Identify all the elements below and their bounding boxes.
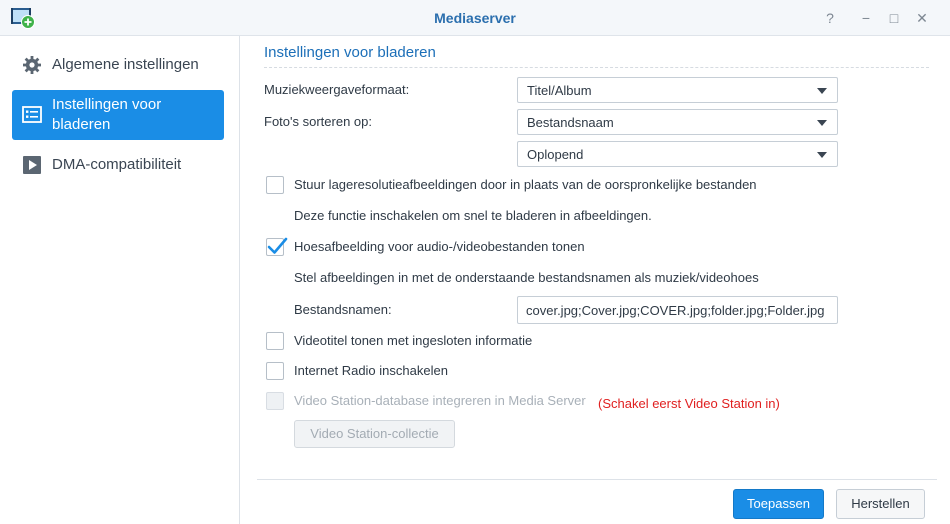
video-station-warning: (Schakel eerst Video Station in) (598, 396, 780, 411)
window-titlebar: Mediaserver ? − □ ✕ (0, 0, 950, 36)
music-format-label: Muziekweergaveformaat: (264, 82, 410, 97)
close-icon[interactable]: ✕ (912, 8, 932, 28)
reset-button[interactable]: Herstellen (836, 489, 925, 519)
checkmark-icon (267, 237, 288, 254)
video-station-checkbox[interactable] (266, 392, 284, 410)
help-icon[interactable]: ? (820, 8, 840, 28)
sidebar-item-browse-settings[interactable]: Instellingen voor bladeren (12, 90, 224, 140)
photo-sort-order-select[interactable]: Oplopend (517, 141, 838, 167)
section-divider (264, 67, 929, 68)
photo-sort-value: Bestandsnaam (527, 115, 614, 130)
chevron-down-icon (817, 120, 827, 126)
video-title-label: Videotitel tonen met ingesloten informat… (294, 333, 533, 348)
play-icon (23, 156, 41, 174)
chevron-down-icon (817, 88, 827, 94)
low-res-note: Deze functie inschakelen om snel te blad… (294, 208, 652, 223)
sidebar-item-label: Algemene instellingen (52, 56, 199, 73)
chevron-down-icon (817, 152, 827, 158)
filenames-input[interactable] (517, 296, 838, 324)
section-title: Instellingen voor bladeren (264, 44, 436, 61)
video-station-label: Video Station-database integreren in Med… (294, 393, 586, 408)
cover-art-checkbox[interactable] (266, 237, 288, 256)
music-format-value: Titel/Album (527, 83, 592, 98)
minimize-icon[interactable]: − (856, 8, 876, 28)
cover-art-label: Hoesafbeelding voor audio-/videobestande… (294, 239, 585, 254)
sidebar-item-dma-compatibility[interactable]: DMA-compatibiliteit (12, 140, 224, 190)
low-res-label: Stuur lageresolutieafbeeldingen door in … (294, 177, 757, 192)
sidebar-item-label: Instellingen voor bladeren (52, 96, 162, 133)
photo-sort-order-value: Oplopend (527, 147, 584, 162)
sidebar-item-general-settings[interactable]: Algemene instellingen (12, 40, 224, 90)
sidebar-item-label: DMA-compatibiliteit (52, 156, 182, 173)
internet-radio-label: Internet Radio inschakelen (294, 363, 448, 378)
gear-icon (23, 56, 41, 74)
window-title: Mediaserver (434, 10, 516, 26)
settings-panel: Instellingen voor bladeren Muziekweergav… (257, 36, 937, 524)
video-title-checkbox[interactable] (266, 332, 284, 350)
photo-sort-select[interactable]: Bestandsnaam (517, 109, 838, 135)
low-res-checkbox[interactable] (266, 176, 284, 194)
video-station-collection-button[interactable]: Video Station-collectie (294, 420, 455, 448)
apply-button[interactable]: Toepassen (733, 489, 824, 519)
photo-sort-label: Foto's sorteren op: (264, 114, 372, 129)
browse-list-icon (22, 106, 42, 123)
filenames-label: Bestandsnamen: (294, 302, 392, 317)
internet-radio-checkbox[interactable] (266, 362, 284, 380)
sidebar: Algemene instellingen Instellingen voor … (0, 36, 240, 524)
cover-art-note: Stel afbeeldingen in met de onderstaande… (294, 270, 759, 285)
footer-divider (257, 479, 937, 480)
music-format-select[interactable]: Titel/Album (517, 77, 838, 103)
filenames-field[interactable] (518, 297, 837, 323)
maximize-icon[interactable]: □ (884, 8, 904, 28)
